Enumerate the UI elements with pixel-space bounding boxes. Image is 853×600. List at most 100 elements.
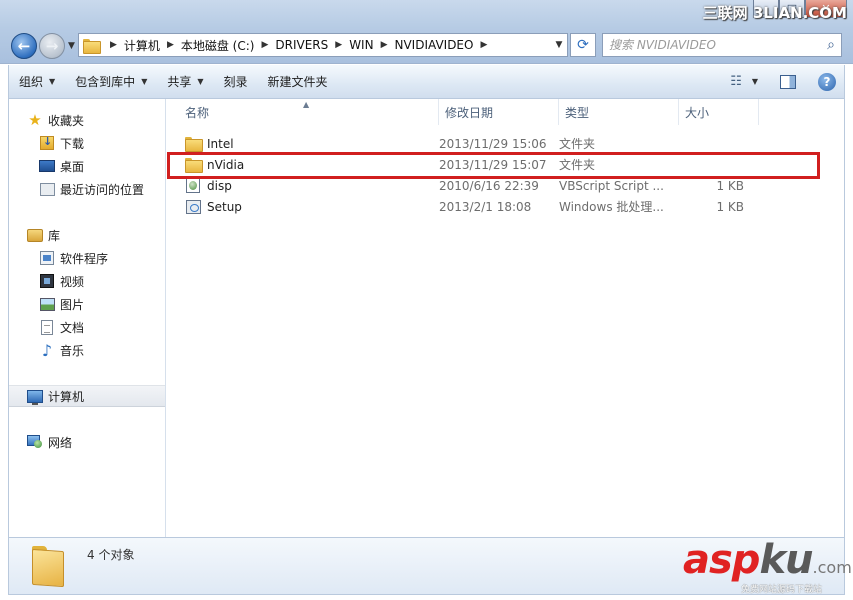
chevron-right-icon[interactable]: ▶: [480, 40, 487, 50]
chevron-right-icon[interactable]: ▶: [261, 40, 268, 50]
file-name: Setup: [207, 199, 242, 214]
nav-item-label: 音乐: [60, 343, 85, 358]
file-row[interactable]: Intel 2013/11/29 15:06 文件夹: [177, 133, 757, 154]
nav-item-label: 文档: [60, 320, 85, 335]
vbscript-file-icon: [185, 178, 201, 194]
breadcrumb-item[interactable]: 计算机: [124, 37, 160, 54]
network-icon: [27, 434, 43, 450]
include-in-library-button[interactable]: 包含到库中 ▼: [65, 69, 157, 95]
star-icon: ★: [28, 111, 42, 129]
watermark-logo: aspku.com 免费网站源码下载站: [683, 537, 852, 598]
include-in-library-label: 包含到库中: [75, 75, 136, 89]
file-name-cell: disp: [177, 178, 439, 194]
chevron-right-icon[interactable]: ▶: [167, 40, 174, 50]
nav-computer-label: 计算机: [48, 389, 85, 404]
nav-network-label: 网络: [48, 435, 73, 450]
preview-pane-icon: [780, 74, 796, 89]
refresh-button[interactable]: ⟳: [570, 33, 596, 57]
nav-buttons: ← → ▼: [11, 33, 75, 59]
recent-pages-dropdown-icon[interactable]: ▼: [68, 41, 75, 51]
column-date[interactable]: 修改日期: [439, 99, 559, 125]
nav-network[interactable]: 网络: [9, 431, 165, 453]
column-name[interactable]: 名称 ▲: [167, 99, 439, 125]
navigation-pane: ★ 收藏夹 下载 桌面 最近访问的位置 库 软件程序 视频 图片 文档 ♪ 音乐…: [8, 99, 166, 537]
folder-icon: [83, 38, 101, 54]
file-type: Windows 批处理...: [559, 200, 664, 214]
chevron-down-icon[interactable]: ▼: [752, 77, 758, 86]
nav-item-videos[interactable]: 视频: [9, 270, 165, 292]
nav-item-desktop[interactable]: 桌面: [9, 155, 165, 177]
breadcrumb-item[interactable]: WIN: [349, 38, 373, 52]
file-date: 2013/2/1 18:08: [439, 199, 532, 214]
nav-item-label: 下载: [60, 136, 85, 151]
search-box[interactable]: ⌕: [602, 33, 842, 57]
column-size-label: 大小: [685, 105, 710, 120]
item-count: 4 个对象: [87, 548, 135, 562]
nav-item-downloads[interactable]: 下载: [9, 132, 165, 154]
nav-item-software[interactable]: 软件程序: [9, 247, 165, 269]
breadcrumb-item[interactable]: NVIDIAVIDEO: [395, 38, 474, 52]
nav-computer[interactable]: 计算机: [9, 385, 165, 407]
file-list-pane: 名称 ▲ 修改日期 类型 大小 Intel 2013/11/29 15:06 文…: [167, 99, 845, 537]
file-type: 文件夹: [559, 137, 596, 151]
breadcrumb-item[interactable]: DRIVERS: [275, 38, 328, 52]
address-bar[interactable]: ▶ 计算机 ▶ 本地磁盘 (C:) ▶ DRIVERS ▶ WIN ▶ NVID…: [78, 33, 568, 57]
help-button[interactable]: ?: [818, 72, 836, 91]
preview-pane-button[interactable]: [780, 74, 796, 89]
nav-item-label: 桌面: [60, 159, 85, 174]
column-type-label: 类型: [565, 105, 590, 120]
search-input[interactable]: [609, 38, 828, 52]
nav-item-recent-places[interactable]: 最近访问的位置: [9, 178, 165, 200]
file-type: VBScript Script ...: [559, 178, 664, 193]
breadcrumb: ▶ 计算机 ▶ 本地磁盘 (C:) ▶ DRIVERS ▶ WIN ▶ NVID…: [103, 37, 494, 54]
burn-button[interactable]: 刻录: [214, 69, 258, 95]
organize-button[interactable]: 组织 ▼: [9, 69, 65, 95]
nav-favorites[interactable]: ★ 收藏夹: [9, 109, 165, 131]
view-list-icon: ☷: [730, 74, 742, 89]
new-folder-label: 新建文件夹: [267, 75, 328, 89]
nav-item-label: 软件程序: [60, 251, 109, 266]
watermark-top: 三联网 3LIAN.COM: [702, 4, 847, 22]
chevron-right-icon[interactable]: ▶: [335, 40, 342, 50]
column-name-label: 名称: [185, 105, 210, 120]
video-library-icon: [39, 273, 55, 289]
address-history-dropdown-icon[interactable]: ▼: [551, 40, 567, 50]
documents-library-icon: [39, 319, 55, 335]
search-icon[interactable]: ⌕: [827, 37, 835, 53]
file-name: disp: [207, 178, 232, 193]
computer-icon: [27, 388, 43, 405]
nav-favorites-label: 收藏夹: [48, 113, 85, 128]
burn-label: 刻录: [223, 75, 248, 89]
watermark-subtitle: 免费网站源码下载站: [741, 585, 823, 595]
toolbar-right: ☷ ▼ ?: [720, 72, 844, 91]
nav-item-documents[interactable]: 文档: [9, 316, 165, 338]
column-date-label: 修改日期: [445, 105, 494, 120]
nav-item-music[interactable]: ♪ 音乐: [9, 339, 165, 361]
change-view-button[interactable]: ☷ ▼: [730, 74, 758, 89]
chevron-right-icon[interactable]: ▶: [110, 40, 117, 50]
organize-label: 组织: [19, 75, 44, 89]
column-size[interactable]: 大小: [679, 99, 759, 125]
column-type[interactable]: 类型: [559, 99, 679, 125]
file-size: 1 KB: [716, 178, 744, 193]
nav-libraries-label: 库: [48, 228, 61, 243]
command-toolbar: 组织 ▼ 包含到库中 ▼ 共享 ▼ 刻录 新建文件夹 ☷ ▼ ?: [8, 65, 845, 99]
nav-item-pictures[interactable]: 图片: [9, 293, 165, 315]
music-note-icon: ♪: [41, 340, 53, 360]
file-row[interactable]: Setup 2013/2/1 18:08 Windows 批处理... 1 KB: [177, 196, 757, 217]
new-folder-button[interactable]: 新建文件夹: [258, 69, 338, 95]
back-button[interactable]: ←: [11, 33, 37, 59]
forward-arrow-icon: →: [45, 37, 59, 55]
nav-item-label: 图片: [60, 297, 85, 312]
breadcrumb-item[interactable]: 本地磁盘 (C:): [181, 37, 255, 54]
share-button[interactable]: 共享 ▼: [157, 69, 213, 95]
watermark-brand: aspku.com: [683, 537, 852, 583]
chevron-right-icon[interactable]: ▶: [381, 40, 388, 50]
chevron-down-icon: ▼: [197, 77, 204, 86]
nav-libraries[interactable]: 库: [9, 224, 165, 246]
annotation-highlight-box: [167, 152, 820, 179]
forward-button[interactable]: →: [39, 33, 65, 59]
nav-item-label: 视频: [60, 274, 85, 289]
back-arrow-icon: ←: [17, 37, 31, 55]
window-chrome: _ □ ✕ 三联网 3LIAN.COM ← → ▼ ▶ 计算机 ▶ 本地磁盘 (…: [0, 0, 853, 64]
